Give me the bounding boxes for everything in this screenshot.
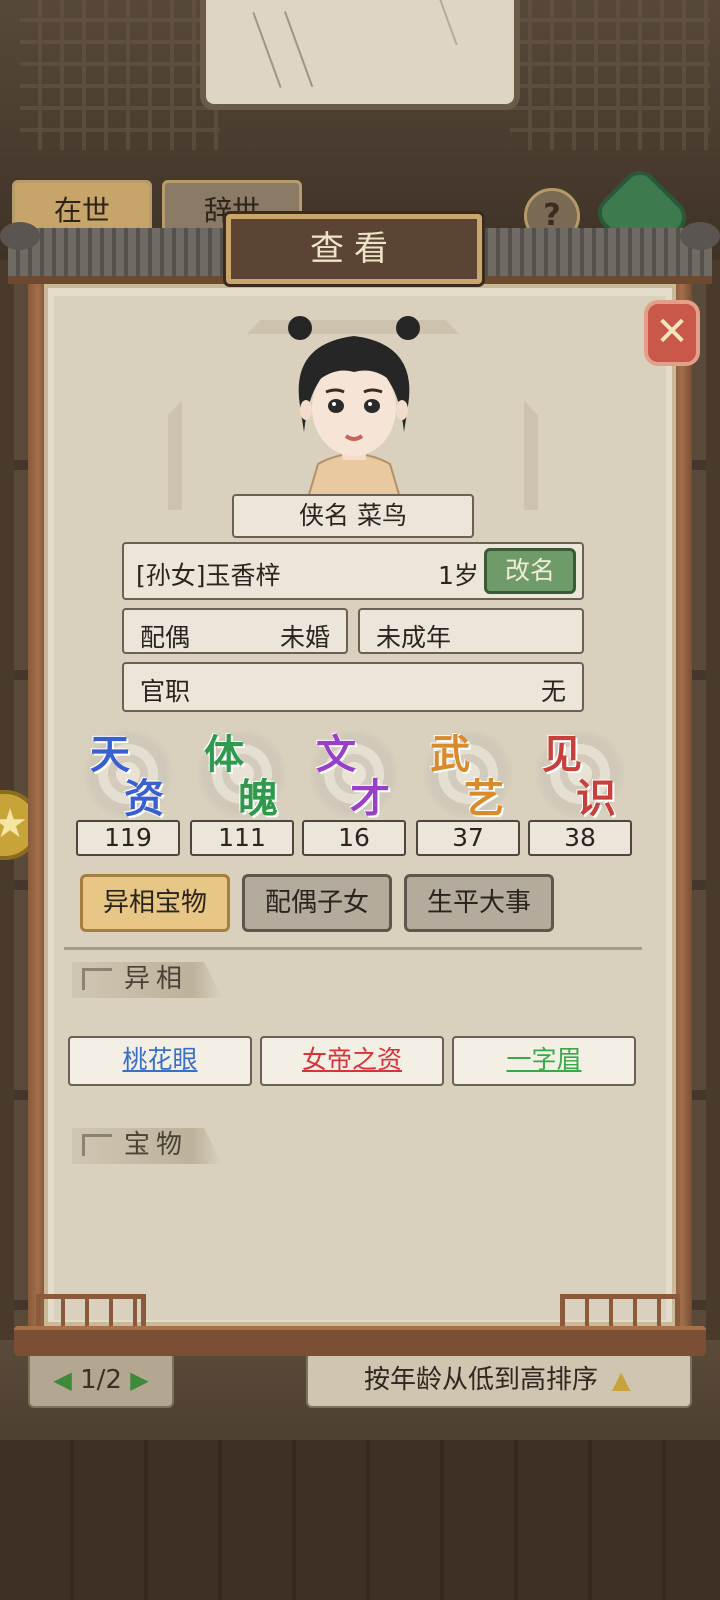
- stat-value-physique: 111: [190, 820, 294, 856]
- dialog-title: 查看: [226, 214, 482, 284]
- stat-knowledge: 见 识: [528, 722, 632, 822]
- sort-button[interactable]: 按年龄从低到高排序 ▲: [306, 1352, 692, 1408]
- close-button[interactable]: ✕: [644, 300, 700, 366]
- spouse-label: 配偶: [140, 623, 191, 652]
- stat-literary: 文 才: [302, 722, 406, 822]
- identity-row: [孙女]玉香梓 1岁 改名: [122, 542, 584, 600]
- office-label: 官职: [140, 677, 191, 706]
- tab-life-events[interactable]: 生平大事: [404, 874, 554, 932]
- office-row: 官职 无: [122, 662, 584, 712]
- frame-rail-left: [36, 1294, 146, 1330]
- stat-value-literary: 16: [302, 820, 406, 856]
- tab-spouse-children[interactable]: 配偶子女: [242, 874, 392, 932]
- age-value: 1岁: [438, 561, 479, 590]
- stat-char-2: 魄: [238, 775, 278, 822]
- trait-item[interactable]: 桃花眼: [68, 1036, 252, 1086]
- traits-section-title: 异相: [72, 962, 222, 998]
- stat-value-knowledge: 38: [528, 820, 632, 856]
- stat-martial: 武 艺: [416, 722, 520, 822]
- traits-section-label: 异相: [124, 964, 189, 994]
- stat-physique: 体 魄: [190, 722, 294, 822]
- dialog-base: [14, 1326, 706, 1356]
- trait-item[interactable]: 一字眉: [452, 1036, 636, 1086]
- close-icon: ✕: [655, 309, 689, 355]
- office-value: 无: [540, 677, 566, 706]
- sort-label: 按年龄从低到高排序: [364, 1365, 599, 1395]
- relation-name: [孙女]玉香梓: [136, 561, 281, 590]
- stat-aptitude: 天 资: [76, 722, 180, 822]
- stat-char-2: 资: [124, 775, 164, 822]
- sort-triangle-icon: ▲: [612, 1366, 631, 1394]
- stat-char-2: 识: [576, 775, 616, 822]
- stat-char-2: 艺: [464, 775, 504, 822]
- stat-value-aptitude: 119: [76, 820, 180, 856]
- floor-planks: [0, 1440, 720, 1600]
- prev-page-icon[interactable]: ◀: [53, 1366, 71, 1394]
- trait-item[interactable]: 女帝之资: [260, 1036, 444, 1086]
- page-indicator: 1/2: [80, 1365, 122, 1395]
- lattice-window-right: [510, 0, 710, 150]
- frame-rail-right: [560, 1294, 680, 1330]
- rename-button[interactable]: 改名: [484, 548, 576, 594]
- lattice-window-left: [20, 0, 220, 150]
- tab-traits-treasures[interactable]: 异相宝物: [80, 874, 230, 932]
- adult-status: 未成年: [376, 623, 452, 652]
- stat-value-martial: 37: [416, 820, 520, 856]
- character-name: 侠名 菜鸟: [232, 494, 474, 538]
- spouse-row: 配偶 未婚: [122, 608, 348, 654]
- spouse-value: 未婚: [279, 623, 330, 652]
- fret-icon: [82, 968, 112, 990]
- stat-char-2: 才: [350, 775, 390, 822]
- treasures-section-title: 宝物: [72, 1128, 222, 1164]
- next-page-icon[interactable]: ▶: [130, 1366, 148, 1394]
- character-portrait: [288, 316, 420, 498]
- adult-status-row: 未成年: [358, 608, 584, 654]
- pager: ◀ 1/2 ▶: [28, 1352, 174, 1408]
- treasures-section-label: 宝物: [124, 1130, 189, 1160]
- section-divider: [64, 944, 642, 950]
- fret-icon: [82, 1134, 112, 1156]
- wall-painting: [200, 0, 520, 110]
